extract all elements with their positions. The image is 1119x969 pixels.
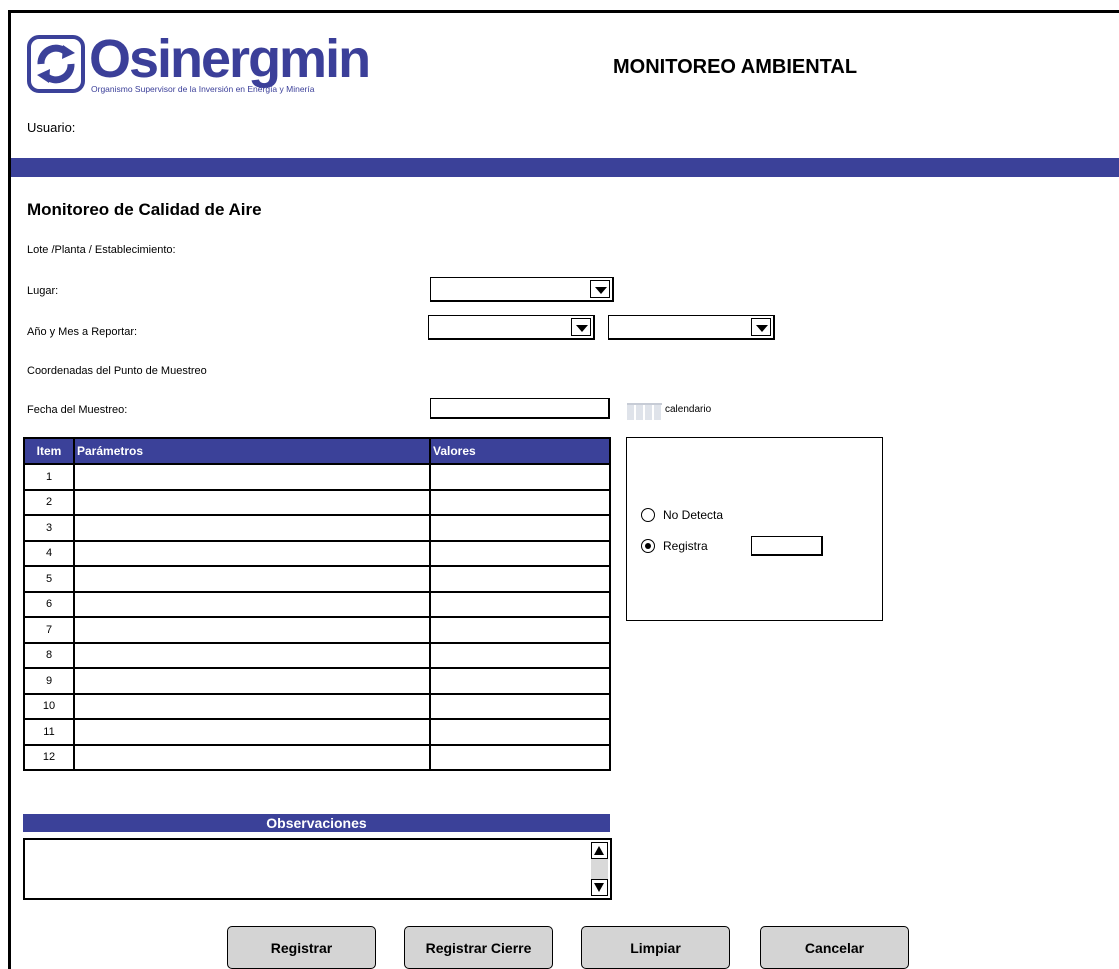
parametro-cell[interactable]	[73, 616, 431, 644]
registrar-cierre-button[interactable]: Registrar Cierre	[404, 926, 553, 969]
parametro-cell[interactable]	[73, 718, 431, 746]
no-detecta-radio[interactable]	[641, 508, 655, 522]
calendar-icon[interactable]	[627, 403, 662, 420]
parametro-cell[interactable]	[73, 539, 431, 567]
section-title: Monitoreo de Calidad de Aire	[27, 200, 262, 219]
table-row: 12	[23, 743, 611, 771]
fecha-input[interactable]	[430, 398, 610, 419]
valor-cell[interactable]	[429, 718, 611, 746]
registra-value-input[interactable]	[751, 536, 823, 556]
anio-dropdown[interactable]	[428, 315, 595, 340]
observaciones-scrollbar[interactable]	[591, 842, 608, 896]
logo-emblem-icon	[27, 35, 85, 93]
valor-cell[interactable]	[429, 514, 611, 542]
table-row: 7	[23, 616, 611, 644]
item-cell: 10	[23, 692, 75, 720]
item-cell: 2	[23, 488, 75, 516]
lote-label: Lote /Planta / Establecimiento:	[27, 244, 176, 256]
column-header-parametros: Parámetros	[73, 437, 431, 465]
page-title: MONITOREO AMBIENTAL	[613, 56, 858, 78]
table-row: 9	[23, 667, 611, 695]
scroll-down-arrow-icon[interactable]	[591, 879, 608, 896]
item-cell: 5	[23, 565, 75, 593]
table-row: 6	[23, 590, 611, 618]
mes-dropdown[interactable]	[608, 315, 775, 340]
table-header-row: Item Parámetros Valores	[23, 437, 611, 465]
periodo-label: Año y Mes a Reportar:	[27, 326, 138, 338]
valor-cell[interactable]	[429, 616, 611, 644]
detection-panel: No Detecta Registra	[626, 437, 883, 621]
item-cell: 1	[23, 463, 75, 491]
table-row: 1	[23, 463, 611, 491]
observaciones-textarea[interactable]	[23, 838, 612, 900]
valor-cell[interactable]	[429, 743, 611, 771]
parametro-cell[interactable]	[73, 463, 431, 491]
fecha-value	[431, 403, 434, 415]
table-row: 10	[23, 692, 611, 720]
registrar-button[interactable]: Registrar	[227, 926, 376, 969]
parametro-cell[interactable]	[73, 692, 431, 720]
logo-subtitle: Organismo Supervisor de la Inversión en …	[91, 84, 315, 94]
lugar-dropdown[interactable]	[430, 277, 614, 302]
registra-label: Registra	[663, 539, 708, 553]
lugar-label: Lugar:	[27, 285, 59, 297]
item-cell: 12	[23, 743, 75, 771]
valor-cell[interactable]	[429, 692, 611, 720]
table-row: 8	[23, 641, 611, 669]
item-cell: 11	[23, 718, 75, 746]
parametro-cell[interactable]	[73, 514, 431, 542]
header-bar	[11, 158, 1119, 177]
no-detecta-label: No Detecta	[663, 508, 724, 522]
cancelar-button[interactable]: Cancelar	[760, 926, 909, 969]
column-header-valores: Valores	[429, 437, 611, 465]
limpiar-button[interactable]: Limpiar	[581, 926, 730, 969]
parametro-cell[interactable]	[73, 641, 431, 669]
valor-cell[interactable]	[429, 463, 611, 491]
item-cell: 9	[23, 667, 75, 695]
item-cell: 4	[23, 539, 75, 567]
scroll-up-arrow-icon[interactable]	[591, 842, 608, 859]
chevron-down-icon[interactable]	[751, 318, 771, 336]
parametro-cell[interactable]	[73, 488, 431, 516]
item-cell: 7	[23, 616, 75, 644]
chevron-down-icon[interactable]	[590, 280, 610, 298]
logo-wordmark: Osinergmin	[89, 29, 371, 89]
user-label: Usuario:	[27, 120, 76, 135]
parametro-cell[interactable]	[73, 565, 431, 593]
valor-cell[interactable]	[429, 641, 611, 669]
item-cell: 8	[23, 641, 75, 669]
valor-cell[interactable]	[429, 565, 611, 593]
table-row: 5	[23, 565, 611, 593]
parameters-table: Item Parámetros Valores 1 2 3 4 5 6 7 8 9 10 11 12	[23, 437, 611, 771]
no-detecta-option[interactable]: No Detecta	[641, 508, 723, 522]
parametro-cell[interactable]	[73, 667, 431, 695]
table-row: 2	[23, 488, 611, 516]
coordenadas-label: Coordenadas del Punto de Muestreo	[27, 365, 207, 377]
item-cell: 6	[23, 590, 75, 618]
registra-radio[interactable]	[641, 539, 655, 553]
chevron-down-icon[interactable]	[571, 318, 591, 336]
observaciones-header: Observaciones	[23, 814, 610, 832]
registra-option[interactable]: Registra	[641, 539, 708, 553]
table-row: 4	[23, 539, 611, 567]
parametro-cell[interactable]	[73, 743, 431, 771]
valor-cell[interactable]	[429, 488, 611, 516]
valor-cell[interactable]	[429, 667, 611, 695]
table-row: 11	[23, 718, 611, 746]
parametro-cell[interactable]	[73, 590, 431, 618]
valor-cell[interactable]	[429, 539, 611, 567]
calendar-link[interactable]: calendario	[665, 404, 711, 415]
table-row: 3	[23, 514, 611, 542]
fecha-label: Fecha del Muestreo:	[27, 404, 128, 416]
osinergmin-logo: Osinergmin Organismo Supervisor de la In…	[27, 29, 407, 97]
valor-cell[interactable]	[429, 590, 611, 618]
column-header-item: Item	[23, 437, 75, 465]
item-cell: 3	[23, 514, 75, 542]
